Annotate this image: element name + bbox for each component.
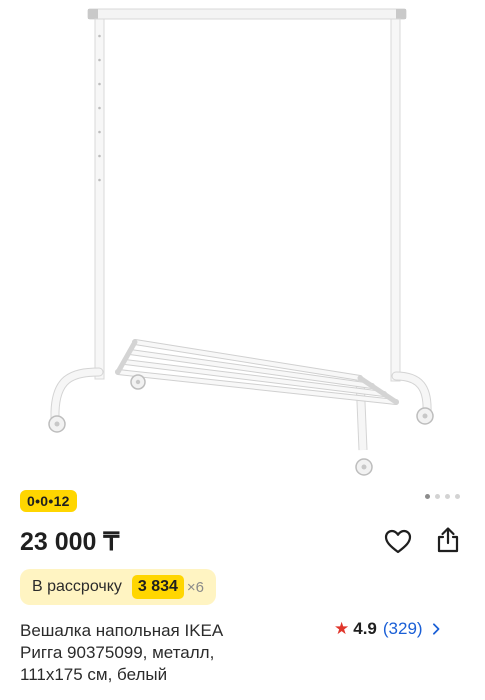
- favorite-button[interactable]: [381, 525, 415, 559]
- gallery-pagination[interactable]: [425, 494, 460, 499]
- installment-amount: 3 834: [131, 575, 184, 599]
- installment-button[interactable]: В рассрочку 3 834 ×6: [20, 569, 217, 605]
- star-icon: ★: [334, 619, 350, 638]
- rating-score: 4.9: [353, 619, 377, 638]
- share-icon: [437, 527, 459, 553]
- gallery-dot-2[interactable]: [435, 494, 440, 499]
- gallery-dot-1[interactable]: [425, 494, 430, 499]
- rating-link[interactable]: ★ 4.9 (329): [334, 619, 441, 639]
- product-title: Вешалка напольная IKEA Ригга 90375099, м…: [20, 620, 320, 686]
- product-title-line: 111x175 см, белый: [20, 665, 168, 684]
- product-image-gallery[interactable]: [0, 0, 485, 478]
- clothes-rack-image: [48, 8, 434, 476]
- share-button[interactable]: [431, 523, 465, 557]
- product-price: 23 000 ₸: [20, 528, 120, 556]
- promo-row: 0•0•12: [20, 490, 77, 514]
- chevron-right-icon: [432, 623, 440, 635]
- product-title-line: Вешалка напольная IKEA: [20, 621, 224, 640]
- installment-label: В рассрочку: [32, 578, 122, 595]
- gallery-dot-4[interactable]: [455, 494, 460, 499]
- product-title-line: Ригга 90375099, металл,: [20, 643, 215, 662]
- installment-badge: 0•0•12: [20, 490, 77, 512]
- heart-icon: [384, 529, 412, 554]
- installment-multiplier: ×6: [186, 578, 205, 596]
- review-count: (329): [382, 619, 423, 638]
- gallery-dot-3[interactable]: [445, 494, 450, 499]
